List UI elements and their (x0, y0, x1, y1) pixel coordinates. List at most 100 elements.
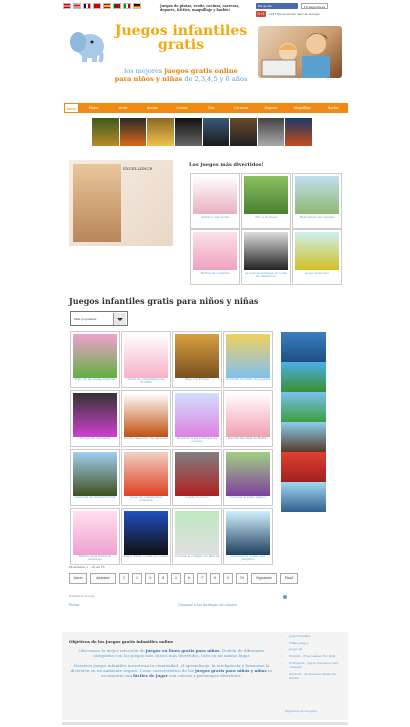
pagination-button[interactable]: 6 (184, 573, 194, 584)
language-link[interactable]: Deutsch - Kostenlose Spiele für Kinder (281, 672, 345, 680)
game-card[interactable]: Rias con Frutas (172, 331, 222, 388)
side-game-thumb[interactable] (281, 362, 326, 392)
language-link[interactable]: Português - Jogos gratuitos para criança… (281, 661, 345, 669)
game-thumbnail (73, 511, 117, 555)
flag-icon[interactable] (93, 3, 101, 9)
game-caption: Colorear el búho mágico (229, 495, 267, 499)
chevron-down-icon[interactable] (113, 313, 126, 325)
featured-game-item[interactable]: La policía persigue el coche de detenció… (241, 229, 291, 285)
flag-icon[interactable] (133, 3, 141, 9)
game-thumbnail (295, 176, 339, 214)
nav-item-carreras[interactable]: Carreras (226, 103, 256, 113)
featured-game-item[interactable]: Tiro a la presa (241, 173, 291, 229)
game-card[interactable]: Colorea al conejito de Pascua (172, 508, 222, 565)
pagination-button[interactable]: Inicio (69, 573, 87, 584)
side-game-thumb[interactable] (281, 482, 326, 512)
side-game-thumb[interactable] (281, 332, 326, 362)
game-thumbnail (295, 232, 339, 270)
side-game-thumb[interactable] (281, 392, 326, 422)
game-card[interactable]: Sloopy de carretera (70, 390, 120, 447)
pagination-button[interactable]: 7 (197, 573, 207, 584)
game-card[interactable]: Colorear el búho mágico (223, 449, 273, 506)
sort-select[interactable]: Más populares (70, 311, 128, 326)
pagination-button[interactable]: 1 (119, 573, 129, 584)
banner-image (257, 118, 285, 146)
featured-game-item[interactable]: Vestir a una novia (190, 173, 240, 229)
nav-item-vestir[interactable]: Vestir (108, 103, 137, 113)
gplus-button[interactable]: G+1 (256, 11, 266, 17)
nav-item-cocina[interactable]: Cocina (167, 103, 196, 113)
nav-item-test[interactable]: Test (197, 103, 226, 113)
about-p2-d: fáciles de jugar (133, 673, 168, 678)
game-card[interactable]: Disparar a las burbujas de colores (172, 390, 222, 447)
game-card[interactable]: Conductor loco (172, 449, 222, 506)
flag-icon[interactable] (123, 3, 131, 9)
pagination-button[interactable]: Anterior (90, 573, 116, 584)
game-card[interactable]: Tarta de cumpleaños de Frutilla (121, 331, 171, 388)
nav-item-pintar[interactable]: Pintar (79, 103, 108, 113)
pagination-button[interactable]: 4 (158, 573, 168, 584)
nav-item-deporte[interactable]: Deporte (256, 103, 285, 113)
game-card[interactable]: Winx de las hadas mágicas (70, 331, 120, 388)
language-flags (63, 3, 141, 9)
game-thumbnail (124, 334, 168, 378)
sidebar-ad[interactable]: EXCELLENCE (69, 160, 173, 246)
bubble-game-link[interactable]: Disparar a las burbujas de colores (178, 603, 237, 607)
pagination-button[interactable]: 10 (236, 573, 248, 584)
featured-game-caption: Helicóptero de rescate (299, 215, 335, 219)
nav-item-inicio[interactable]: Inicio (64, 103, 80, 113)
nav-item-barbie[interactable]: Barbie (319, 103, 348, 113)
flag-icon[interactable] (113, 3, 121, 9)
nav-item-maquillaje[interactable]: Maquillaje (286, 103, 319, 113)
game-card[interactable]: Carreras de monster truck (70, 449, 120, 506)
facebook-like-label: Me gusta (258, 4, 272, 8)
game-thumbnail (175, 511, 219, 555)
featured-game-caption: Juego de la Oca (305, 271, 329, 275)
game-card[interactable]: Decora las uñas de Barbie (223, 390, 273, 447)
featured-game-item[interactable]: Juego de la Oca (292, 229, 342, 285)
featured-game-item[interactable]: Barbie de compras (190, 229, 240, 285)
featured-game-caption: Tiro a la presa (254, 215, 278, 219)
game-card[interactable]: Colorear el pollito de juguete (223, 331, 273, 388)
nav-item-accion[interactable]: Acción (138, 103, 167, 113)
pagination-button[interactable]: 9 (223, 573, 233, 584)
side-game-thumb[interactable] (281, 452, 326, 482)
game-card[interactable]: Juego de cumpleaños sorpresa (121, 449, 171, 506)
language-link[interactable]: Juego de (281, 647, 345, 651)
featured-game-caption: Vestir a una novia (201, 215, 229, 219)
pagination-button[interactable]: 5 (171, 573, 181, 584)
featured-title: Los juegos más divertidos! (189, 162, 264, 168)
ad-logo: EXCELLENCE (123, 166, 153, 171)
pagination-button[interactable]: Final (280, 573, 298, 584)
featured-game-item[interactable]: Helicóptero de rescate (292, 173, 342, 229)
pagination-button[interactable]: 3 (145, 573, 155, 584)
game-caption: Conductor loco (185, 495, 209, 499)
game-card[interactable]: Colorear el cuento del pingüino (223, 508, 273, 565)
game-caption: Angry Birds contra los cerdos (123, 554, 169, 558)
game-thumbnail (124, 452, 168, 496)
powered-by: Powered by Google (69, 595, 95, 598)
print-link[interactable]: Pintar (69, 603, 80, 607)
flag-icon[interactable] (83, 3, 91, 9)
game-caption: Coche deportivo de carreras (124, 436, 168, 440)
main-nav: Inicio Pintar Vestir Acción Cocina Test … (64, 103, 348, 113)
pagination-button[interactable]: Siguiente (251, 573, 277, 584)
google-follow-link[interactable]: Siguenos en Google+ (285, 709, 318, 713)
game-card[interactable]: Coche deportivo de carreras (121, 390, 171, 447)
game-card[interactable]: Angry Birds contra los cerdos (121, 508, 171, 565)
language-link[interactable]: Niñas juegos (281, 641, 345, 645)
game-thumbnail (226, 511, 270, 555)
side-game-thumb[interactable] (281, 422, 326, 452)
game-card[interactable]: Barbie en la fiesta de disfraces (70, 508, 120, 565)
flag-icon[interactable] (73, 3, 81, 9)
language-link[interactable]: English - Free Games For Kids (281, 654, 345, 658)
game-caption: Colorea al conejito de Pascua (174, 554, 220, 558)
banner-ad[interactable] (92, 118, 312, 146)
featured-game-caption: Barbie de compras (200, 271, 230, 275)
flag-icon[interactable] (63, 3, 71, 9)
facebook-like-button[interactable]: Me gusta (256, 3, 298, 9)
pagination-button[interactable]: 2 (132, 573, 142, 584)
language-link[interactable]: Jugar Español (281, 634, 345, 638)
pagination-button[interactable]: 8 (210, 573, 220, 584)
flag-icon[interactable] (103, 3, 111, 9)
